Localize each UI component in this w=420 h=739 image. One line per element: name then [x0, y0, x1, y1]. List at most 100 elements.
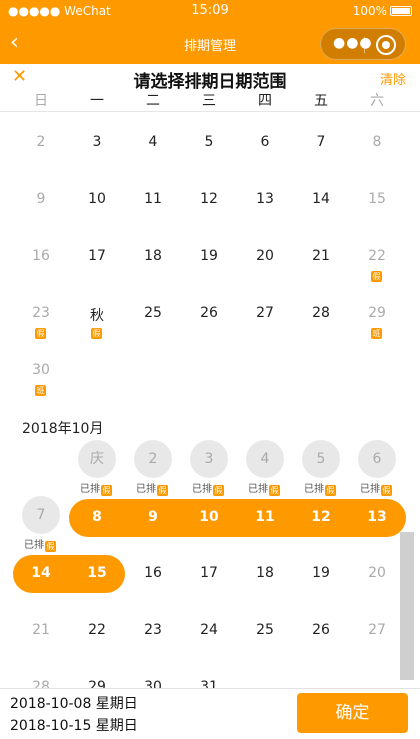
battery-percent: 100% — [352, 4, 387, 18]
calendar-day[interactable]: 28 — [293, 305, 349, 321]
calendar-day[interactable]: 29 — [69, 679, 125, 688]
confirm-button[interactable]: 确定 — [297, 693, 408, 733]
holiday-badge: 假 — [381, 485, 392, 496]
picker-title: 请选择排期日期范围 — [133, 72, 287, 92]
calendar-day[interactable]: 13 — [237, 191, 293, 207]
calendar-day[interactable]: 30 — [125, 679, 181, 688]
calendar-day[interactable]: 26 — [181, 305, 237, 321]
selected-day[interactable]: 12 — [293, 509, 349, 525]
calendar-day[interactable]: 3 — [69, 134, 125, 150]
holiday-badge: 班 — [35, 385, 46, 396]
calendar-day[interactable]: 5 — [181, 134, 237, 150]
scheduled-label: 已排假 — [248, 480, 280, 496]
scheduled-label: 已排假 — [136, 480, 168, 496]
calendar-day[interactable]: 18 — [125, 248, 181, 264]
selected-day[interactable]: 10 — [181, 509, 237, 525]
weekday-label: 日 — [34, 93, 48, 109]
more-icon[interactable]: ●●● — [333, 35, 373, 51]
selected-day[interactable]: 8 — [69, 509, 125, 525]
weekday-label: 六 — [370, 93, 384, 109]
clear-button[interactable]: 清除 — [380, 69, 406, 88]
calendar-day: 15 — [368, 191, 386, 207]
nav-bar: ‹ 排期管理 ●●● — [0, 24, 420, 64]
close-program-icon[interactable] — [376, 35, 396, 55]
calendar-day[interactable]: 26 — [293, 622, 349, 638]
scheduled-label: 已排假 — [304, 480, 336, 496]
calendar-day[interactable]: 25 — [237, 622, 293, 638]
selected-day[interactable]: 9 — [125, 509, 181, 525]
calendar-day[interactable]: 14 — [293, 191, 349, 207]
weekday-label: 五 — [314, 93, 328, 109]
calendar-day[interactable]: 19 — [181, 248, 237, 264]
scheduled-day: 5 — [302, 440, 340, 478]
calendar-day[interactable]: 27 — [237, 305, 293, 321]
holiday-badge: 假 — [269, 485, 280, 496]
weekday-label: 四 — [258, 93, 272, 109]
holiday-badge: 假 — [101, 485, 112, 496]
calendar-day[interactable]: 19 — [293, 565, 349, 581]
calendar-day[interactable]: 22 — [69, 622, 125, 638]
scheduled-day: 4 — [246, 440, 284, 478]
calendar-day: 9 — [36, 191, 46, 207]
scheduled-text: 已排 — [192, 484, 212, 495]
end-date: 2018-10-15 星期日 — [10, 718, 138, 734]
scheduled-label: 已排假 — [360, 480, 392, 496]
month-label: 2018年10月 — [22, 421, 104, 437]
holiday-badge: 假 — [35, 328, 46, 339]
selected-day[interactable]: 14 — [13, 565, 69, 581]
mini-program-capsule: ●●● — [320, 28, 406, 60]
status-bar: ●●●●● WeChat 15:09 100% — [0, 0, 420, 24]
calendar-day: 23 — [32, 305, 50, 321]
calendar-day[interactable]: 23 — [125, 622, 181, 638]
weekday-label: 二 — [146, 93, 160, 109]
selected-day[interactable]: 11 — [237, 509, 293, 525]
calendar-day: 21 — [32, 622, 50, 638]
calendar-day[interactable]: 16 — [125, 565, 181, 581]
scheduled-label: 已排假 — [80, 480, 112, 496]
scheduled-text: 已排 — [248, 484, 268, 495]
calendar-day[interactable]: 4 — [125, 134, 181, 150]
calendar-day[interactable]: 24 — [181, 622, 237, 638]
holiday-badge: 班 — [371, 328, 382, 339]
calendar-day[interactable]: 18 — [237, 565, 293, 581]
holiday-badge: 假 — [371, 271, 382, 282]
scheduled-text: 已排 — [360, 484, 380, 495]
scheduled-day: 3 — [190, 440, 228, 478]
calendar-day: 29 — [368, 305, 386, 321]
selected-day[interactable]: 15 — [69, 565, 125, 581]
calendar-day: 20 — [368, 565, 386, 581]
weekday-header: 日一二三四五六 — [0, 90, 420, 109]
battery-icon — [390, 6, 412, 16]
calendar-day[interactable]: 7 — [293, 134, 349, 150]
scheduled-day: 6 — [358, 440, 396, 478]
selected-day[interactable]: 13 — [349, 509, 405, 525]
scheduled-text: 已排 — [136, 484, 156, 495]
holiday-badge: 假 — [325, 485, 336, 496]
calendar-day: 22 — [368, 248, 386, 264]
calendar-day[interactable]: 25 — [125, 305, 181, 321]
calendar-day[interactable]: 21 — [293, 248, 349, 264]
scheduled-day: 庆 — [78, 440, 116, 478]
calendar-day[interactable]: 17 — [69, 248, 125, 264]
calendar-body: 2 3 4 5 6 7 8 9 10 11 12 13 14 15 16 17 18 19 20 21 22 假 23 假秋假… — [0, 112, 420, 688]
calendar-day[interactable]: 11 — [125, 191, 181, 207]
scheduled-text: 已排 — [304, 484, 324, 495]
calendar-day[interactable]: 12 — [181, 191, 237, 207]
holiday-badge: 假 — [157, 485, 168, 496]
calendar-day[interactable]: 10 — [69, 191, 125, 207]
scheduled-day: 7 — [22, 496, 60, 534]
holiday-badge: 假 — [45, 541, 56, 552]
start-date: 2018-10-08 星期日 — [10, 696, 138, 712]
calendar-day[interactable]: 秋 — [69, 305, 125, 325]
scrollbar[interactable] — [400, 532, 414, 680]
scheduled-day: 2 — [134, 440, 172, 478]
calendar-day: 30 — [32, 362, 50, 378]
weekday-label: 一 — [90, 93, 104, 109]
calendar-day[interactable]: 20 — [237, 248, 293, 264]
calendar-day: 8 — [372, 134, 382, 150]
weekday-label: 三 — [202, 93, 216, 109]
calendar-day[interactable]: 6 — [237, 134, 293, 150]
calendar-day[interactable]: 31 — [181, 679, 237, 688]
calendar-day: 2 — [36, 134, 46, 150]
calendar-day[interactable]: 17 — [181, 565, 237, 581]
